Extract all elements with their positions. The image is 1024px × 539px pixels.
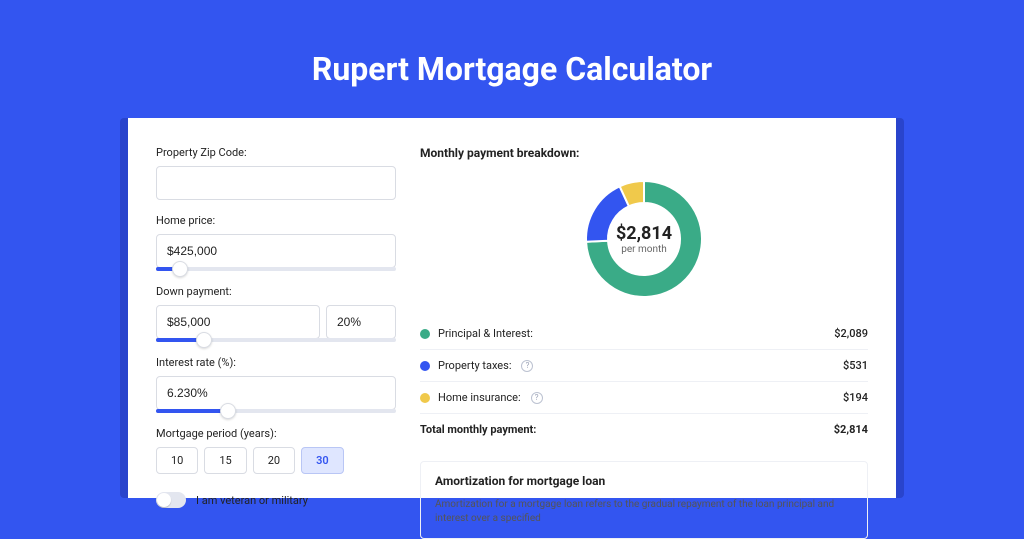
amortization-title: Amortization for mortgage loan: [435, 474, 853, 488]
donut-chart: $2,814 per month: [420, 174, 868, 304]
period-option-30[interactable]: 30: [301, 447, 344, 474]
veteran-row: I am veteran or military: [156, 492, 396, 508]
interest-label: Interest rate (%):: [156, 356, 396, 369]
page-title: Rupert Mortgage Calculator: [120, 50, 904, 88]
zip-label: Property Zip Code:: [156, 146, 396, 159]
legend-label: Property taxes:: [438, 359, 511, 372]
info-icon[interactable]: ?: [521, 360, 533, 372]
down-payment-slider[interactable]: [156, 338, 396, 342]
legend-row: Principal & Interest: $2,089: [420, 318, 868, 350]
interest-input[interactable]: [156, 376, 396, 410]
donut-sub: per month: [621, 244, 667, 255]
donut-center: $2,814 per month: [579, 174, 709, 304]
home-price-input[interactable]: [156, 234, 396, 268]
breakdown-column: Monthly payment breakdown: $2,814 per mo…: [420, 146, 868, 498]
toggle-knob: [157, 493, 171, 507]
interest-slider[interactable]: [156, 409, 396, 413]
legend-value: $531: [843, 359, 868, 372]
legend-row: Home insurance:? $194: [420, 382, 868, 414]
home-price-field: Home price:: [156, 214, 396, 271]
period-option-15[interactable]: 15: [204, 447, 246, 474]
home-price-slider[interactable]: [156, 267, 396, 271]
legend-row: Property taxes:? $531: [420, 350, 868, 382]
down-payment-input[interactable]: [156, 305, 320, 339]
veteran-label: I am veteran or military: [196, 494, 308, 507]
period-option-10[interactable]: 10: [156, 447, 198, 474]
legend-value: $194: [843, 391, 868, 404]
slider-thumb[interactable]: [220, 403, 236, 419]
calculator-card: Property Zip Code: Home price: Down paym…: [128, 118, 896, 498]
period-label: Mortgage period (years):: [156, 427, 396, 440]
breakdown-title: Monthly payment breakdown:: [420, 146, 868, 160]
down-payment-pct-input[interactable]: [326, 305, 396, 339]
total-label: Total monthly payment:: [420, 423, 536, 436]
legend: Principal & Interest: $2,089 Property taxe…: [420, 318, 868, 414]
legend-dot-icon: [420, 393, 430, 403]
slider-thumb[interactable]: [196, 332, 212, 348]
amortization-box: Amortization for mortgage loan Amortizat…: [420, 461, 868, 539]
donut-amount: $2,814: [616, 223, 672, 244]
card-shadow: Property Zip Code: Home price: Down paym…: [120, 118, 904, 498]
total-value: $2,814: [834, 423, 868, 436]
veteran-toggle[interactable]: [156, 492, 186, 508]
legend-dot-icon: [420, 361, 430, 371]
legend-dot-icon: [420, 329, 430, 339]
period-field: Mortgage period (years): 1015 2030: [156, 427, 396, 474]
zip-field: Property Zip Code:: [156, 146, 396, 200]
home-price-label: Home price:: [156, 214, 396, 227]
legend-total-row: Total monthly payment: $2,814: [420, 414, 868, 445]
period-segmented: 1015 2030: [156, 447, 396, 474]
amortization-text: Amortization for a mortgage loan refers …: [435, 498, 853, 526]
legend-value: $2,089: [834, 327, 868, 340]
legend-label: Home insurance:: [438, 391, 521, 404]
zip-input[interactable]: [156, 166, 396, 200]
info-icon[interactable]: ?: [531, 392, 543, 404]
interest-field: Interest rate (%):: [156, 356, 396, 413]
legend-label: Principal & Interest:: [438, 327, 533, 340]
slider-thumb[interactable]: [172, 261, 188, 277]
inputs-column: Property Zip Code: Home price: Down paym…: [156, 146, 396, 498]
down-payment-field: Down payment:: [156, 285, 396, 342]
period-option-20[interactable]: 20: [253, 447, 295, 474]
down-payment-label: Down payment:: [156, 285, 396, 298]
